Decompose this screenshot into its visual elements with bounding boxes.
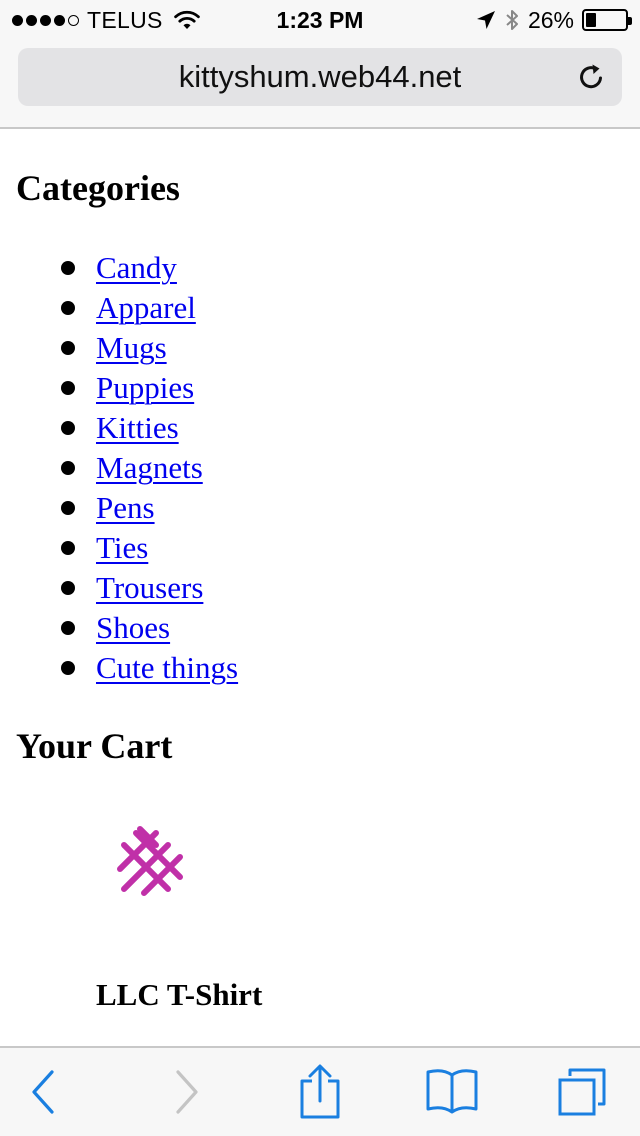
bullet-icon	[61, 541, 75, 555]
category-item: Cute things	[0, 648, 640, 688]
forward-icon	[176, 1070, 198, 1114]
bullet-icon	[61, 461, 75, 475]
browser-top-chrome: TELUS 1:23 PM 26% kittyshum.web44.net	[0, 0, 640, 129]
bullet-icon	[61, 341, 75, 355]
category-item: Kitties	[0, 408, 640, 448]
forward-button[interactable]	[154, 1062, 218, 1122]
bullet-icon	[61, 501, 75, 515]
battery-percent: 26%	[527, 6, 574, 33]
tabs-icon	[558, 1068, 606, 1116]
category-link-pens[interactable]: Pens	[96, 488, 155, 528]
bullet-icon	[61, 581, 75, 595]
bullet-icon	[61, 661, 75, 675]
share-button[interactable]	[288, 1062, 352, 1122]
tabs-button[interactable]	[550, 1062, 614, 1122]
category-item: Trousers	[0, 568, 640, 608]
category-link-trousers[interactable]: Trousers	[96, 568, 203, 608]
back-icon	[32, 1070, 54, 1114]
bullet-icon	[61, 381, 75, 395]
browser-toolbar	[0, 1046, 640, 1136]
category-link-ties[interactable]: Ties	[96, 528, 148, 568]
category-link-magnets[interactable]: Magnets	[96, 448, 203, 488]
categories-heading: Categories	[16, 168, 180, 208]
magenta-pattern-icon	[117, 826, 183, 896]
battery-level-fill	[586, 13, 596, 27]
category-link-shoes[interactable]: Shoes	[96, 608, 170, 648]
category-link-cute-things[interactable]: Cute things	[96, 648, 238, 688]
bullet-icon	[61, 261, 75, 275]
category-item: Ties	[0, 528, 640, 568]
category-item: Shoes	[0, 608, 640, 648]
category-item: Puppies	[0, 368, 640, 408]
cart-heading: Your Cart	[16, 726, 173, 766]
bluetooth-icon	[506, 10, 518, 30]
bullet-icon	[61, 621, 75, 635]
bookmarks-icon	[426, 1069, 478, 1114]
bullet-icon	[61, 421, 75, 435]
category-link-kitties[interactable]: Kitties	[96, 408, 179, 448]
share-icon	[300, 1064, 340, 1119]
category-link-apparel[interactable]: Apparel	[96, 288, 196, 328]
url-text[interactable]: kittyshum.web44.net	[18, 48, 622, 106]
product-image[interactable]	[96, 805, 200, 917]
status-right: 26%	[476, 6, 632, 33]
location-arrow-icon	[476, 11, 495, 29]
category-list: Candy Apparel Mugs Puppies Kitties Magne…	[0, 248, 640, 688]
cart-item-name[interactable]: LLC T-Shirt	[96, 977, 262, 1013]
battery-icon	[582, 9, 632, 31]
back-button[interactable]	[12, 1062, 76, 1122]
category-item: Magnets	[0, 448, 640, 488]
category-item: Candy	[0, 248, 640, 288]
category-item: Pens	[0, 488, 640, 528]
category-item: Apparel	[0, 288, 640, 328]
status-bar: TELUS 1:23 PM 26%	[0, 0, 640, 40]
reload-icon[interactable]	[576, 62, 606, 92]
category-link-candy[interactable]: Candy	[96, 248, 177, 288]
bookmarks-button[interactable]	[420, 1062, 484, 1122]
page-content: Categories Candy Apparel Mugs Puppies Ki…	[0, 131, 640, 1047]
address-bar[interactable]: kittyshum.web44.net	[18, 48, 622, 106]
category-item: Mugs	[0, 328, 640, 368]
category-link-mugs[interactable]: Mugs	[96, 328, 167, 368]
bullet-icon	[61, 301, 75, 315]
category-link-puppies[interactable]: Puppies	[96, 368, 194, 408]
